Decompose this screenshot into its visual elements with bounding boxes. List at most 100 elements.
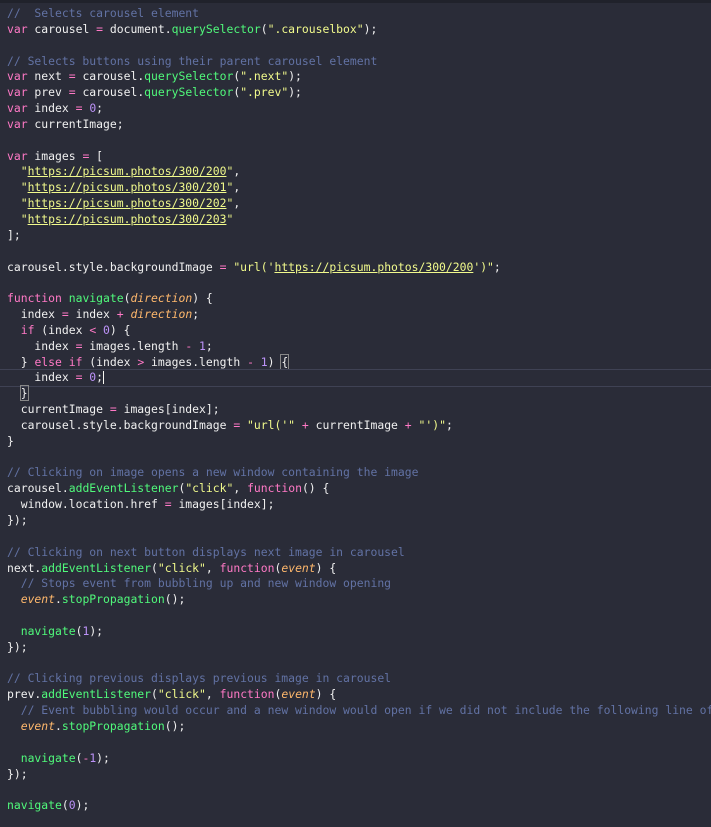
code-line[interactable]: });	[7, 640, 711, 656]
code-line[interactable]: index = 0;	[0, 369, 711, 388]
code-line[interactable]	[7, 133, 711, 149]
code-token: stopPropagation	[61, 718, 165, 733]
code-token: "	[20, 196, 28, 211]
code-line[interactable]: } else if (index > images.length - 1) {	[7, 353, 711, 371]
code-token: // Clicking on image opens a new window …	[7, 465, 419, 480]
code-line[interactable]	[7, 735, 711, 751]
code-line[interactable]: var images = [	[7, 149, 711, 165]
code-token: (	[151, 687, 158, 702]
code-line[interactable]: carousel.style.backgroundImage = "url('"…	[7, 418, 711, 434]
code-token: window.location.href	[7, 497, 165, 512]
code-line[interactable]: }	[7, 434, 711, 450]
code-line[interactable]: var index = 0;	[7, 101, 711, 117]
code-line[interactable]: prev.addEventListener("click", function(…	[7, 687, 711, 703]
code-token: prev	[27, 85, 69, 100]
code-token: ,	[233, 164, 241, 179]
code-line[interactable]: carousel.addEventListener("click", funct…	[7, 481, 711, 497]
code-token: 1	[260, 354, 268, 369]
code-area[interactable]: // Selects carousel element var carousel …	[0, 6, 711, 814]
code-token: (index	[82, 354, 138, 369]
code-line[interactable]: });	[7, 513, 711, 529]
code-token: navigate	[68, 291, 124, 306]
code-token: )	[267, 354, 282, 369]
code-line[interactable]: // Selects buttons using their parent ca…	[7, 54, 711, 70]
code-line[interactable]: }	[7, 385, 711, 402]
editor-tab-strip	[0, 0, 711, 3]
code-line[interactable]	[7, 608, 711, 624]
code-token: images[index];	[171, 497, 275, 512]
code-token: (index	[34, 322, 90, 337]
code-line[interactable]: window.location.href = images[index];	[7, 497, 711, 513]
code-line[interactable]: // Selects carousel element	[7, 6, 711, 22]
code-token: =	[109, 402, 117, 417]
code-line[interactable]: "https://picsum.photos/300/201",	[7, 180, 711, 196]
code-line[interactable]: });	[7, 767, 711, 783]
code-token: index	[27, 101, 76, 116]
code-token: // Event bubbling would occur and a new …	[20, 703, 711, 718]
code-line[interactable]	[7, 782, 711, 798]
code-line[interactable]: var carousel = document.querySelector(".…	[7, 22, 711, 38]
code-line[interactable]: navigate(0);	[7, 798, 711, 814]
code-token: ,	[233, 180, 241, 195]
code-token: event	[20, 592, 56, 607]
code-token: );	[288, 69, 302, 84]
code-line[interactable]: event.stopPropagation();	[7, 719, 711, 735]
code-line[interactable]: if (index < 0) {	[7, 323, 711, 339]
code-line[interactable]: var next = carousel.querySelector(".next…	[7, 69, 711, 85]
code-line[interactable]	[7, 529, 711, 545]
code-line[interactable]: next.addEventListener("click", function(…	[7, 561, 711, 577]
code-line[interactable]: "https://picsum.photos/300/200",	[7, 164, 711, 180]
code-line[interactable]: currentImage = images[index];	[7, 402, 711, 418]
code-line[interactable]: index = index + direction;	[7, 307, 711, 323]
code-token: ')"	[473, 259, 494, 274]
code-token: });	[7, 766, 28, 781]
code-line[interactable]: "https://picsum.photos/300/202",	[7, 196, 711, 212]
code-line[interactable]: // Clicking on image opens a new window …	[7, 465, 711, 481]
code-token: https://picsum.photos/300/200	[274, 259, 474, 274]
code-line[interactable]	[7, 275, 711, 291]
code-line[interactable]: event.stopPropagation();	[7, 592, 711, 608]
code-line[interactable]	[7, 244, 711, 260]
code-token: https://picsum.photos/300/201	[27, 180, 227, 195]
code-token: querySelector	[171, 21, 261, 36]
code-line[interactable]: var prev = carousel.querySelector(".prev…	[7, 85, 711, 101]
code-token: carousel.	[75, 69, 145, 84]
code-token: next.	[7, 560, 42, 575]
code-token: images	[27, 148, 83, 163]
code-token: });	[7, 639, 28, 654]
code-token: );	[89, 623, 104, 638]
code-line[interactable]: "https://picsum.photos/300/203"	[7, 212, 711, 228]
code-line[interactable]: // Clicking on next button displays next…	[7, 545, 711, 561]
code-token: "')"	[418, 417, 446, 432]
code-line[interactable]: // Event bubbling would occur and a new …	[7, 703, 711, 719]
code-line[interactable]: index = images.length - 1;	[7, 339, 711, 355]
code-line[interactable]: var currentImage;	[7, 117, 711, 133]
code-line[interactable]	[7, 38, 711, 54]
code-token: currentImage	[308, 417, 405, 432]
code-line[interactable]	[7, 656, 711, 672]
code-line[interactable]: // Stops event from bubbling up and new …	[7, 576, 711, 592]
code-editor[interactable]: // Selects carousel element var carousel …	[0, 0, 711, 827]
code-line[interactable]: navigate(1);	[7, 624, 711, 640]
code-line[interactable]: carousel.style.backgroundImage = "url('h…	[7, 260, 711, 276]
code-token: ".carouselbox"	[267, 21, 364, 36]
code-token: ".prev"	[240, 85, 289, 100]
text-cursor	[103, 371, 105, 385]
code-line[interactable]	[7, 450, 711, 466]
code-line[interactable]: function navigate(direction) {	[7, 291, 711, 307]
code-token: prev.	[7, 687, 42, 702]
code-token: +	[116, 307, 124, 322]
code-token: index	[7, 370, 76, 385]
code-line[interactable]: navigate(-1);	[7, 751, 711, 767]
code-token: (	[260, 21, 268, 36]
code-token: https://picsum.photos/300/202	[27, 196, 227, 211]
code-line[interactable]: ];	[7, 228, 711, 244]
code-line[interactable]: // Clicking previous displays previous i…	[7, 671, 711, 687]
